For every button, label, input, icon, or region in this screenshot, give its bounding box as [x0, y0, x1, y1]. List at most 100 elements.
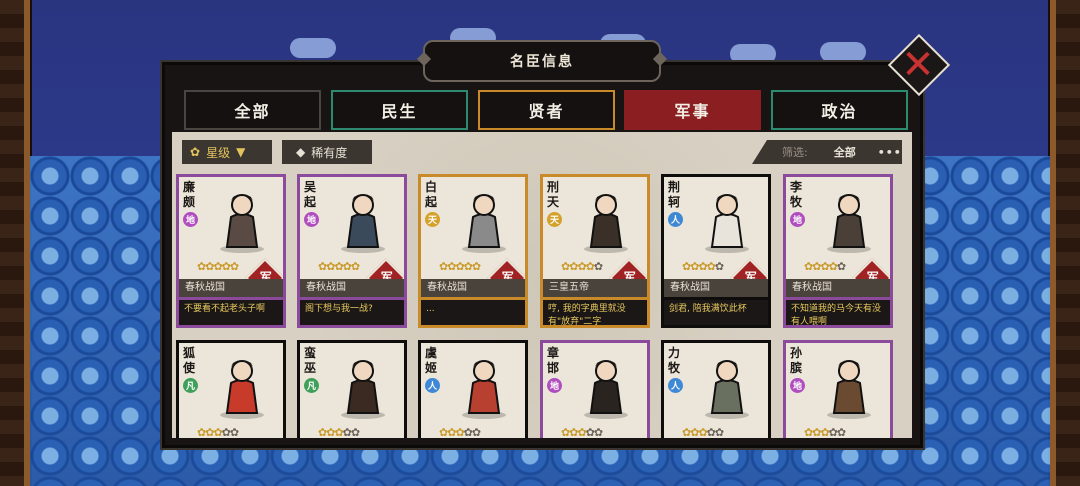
star-icon: ✿: [471, 426, 481, 438]
tab-2[interactable]: 贤者: [478, 90, 615, 130]
minister-card[interactable]: 力牧人 ✿✿✿✿✿: [661, 340, 771, 438]
star-icon: ✿: [593, 426, 603, 438]
minister-card[interactable]: 吴起地 ✿✿✿✿✿ 军春秋战国 阁下想与我一战?: [297, 174, 407, 328]
star-icon: ✿: [714, 260, 724, 273]
minister-card[interactable]: 李牧地 ✿✿✿✿✿ 军春秋战国 不知道我的马今天有没有人喂啊: [783, 174, 893, 328]
star-icon: ✿: [342, 260, 352, 273]
minister-name: 狐使: [183, 346, 196, 375]
rarity-filter-label: 稀有度: [311, 145, 348, 160]
minister-quote: 不知道我的马今天有没有人喂啊: [786, 297, 890, 325]
minister-portrait: [705, 360, 749, 419]
screen-filter-label: 筛选:: [782, 146, 808, 159]
minister-quote: ...: [421, 297, 525, 325]
star-level-filter[interactable]: ✿ 星级 ▼: [182, 140, 272, 164]
cloud-decoration: [290, 38, 336, 58]
tab-label: 政治: [821, 102, 858, 121]
minister-card[interactable]: 章邯地 ✿✿✿✿✿: [540, 340, 650, 438]
tab-label: 贤者: [528, 102, 565, 121]
star-icon: ✿: [706, 426, 716, 438]
star-icon: ✿: [682, 260, 691, 273]
star-icon: ✿: [213, 260, 222, 273]
star-icon: ✿: [828, 260, 838, 273]
star-icon: ✿: [682, 426, 691, 438]
rank-badge: 天: [425, 212, 440, 227]
minister-card[interactable]: 蛮巫凡 ✿✿✿✿✿: [297, 340, 407, 438]
era-label: 春秋战国: [664, 279, 768, 297]
rarity-filter[interactable]: ◆ 稀有度: [282, 140, 372, 164]
star-icon: ✿: [714, 426, 724, 438]
star-icon: ✿: [828, 426, 838, 438]
screen-filter[interactable]: 筛选: 全部 •••: [752, 140, 902, 164]
dropdown-arrow-icon: ▼: [236, 145, 246, 159]
star-icon: ✿: [455, 260, 464, 273]
tab-label: 民生: [381, 102, 418, 121]
star-icon: ✿: [820, 260, 829, 273]
minister-name: 白起: [425, 180, 438, 209]
era-label: 春秋战国: [421, 279, 525, 297]
minister-quote: 哼, 我的字典里就没有"放弃"二字: [543, 297, 647, 325]
star-icon: ✿: [585, 260, 595, 273]
star-icon: ✿: [455, 426, 464, 438]
star-icon: ✿: [561, 426, 570, 438]
rank-badge: 凡: [183, 378, 198, 393]
star-icon: ✿: [561, 260, 570, 273]
minister-name: 力牧: [668, 346, 681, 375]
star-icon: ✿: [577, 260, 586, 273]
minister-name: 吴起: [304, 180, 317, 209]
minister-name: 李牧: [790, 180, 803, 209]
minister-card[interactable]: 荆轲人 ✿✿✿✿✿ 军春秋战国 剑君, 陪我满饮此杯: [661, 174, 771, 328]
star-filter-label: 星级: [206, 145, 231, 160]
minister-card[interactable]: 刑天天 ✿✿✿✿✿ 军三皇五帝 哼, 我的字典里就没有"放弃"二字: [540, 174, 650, 328]
minister-name: 孙膑: [790, 346, 803, 375]
rank-badge: 地: [183, 212, 198, 227]
tab-4[interactable]: 政治: [771, 90, 908, 130]
minister-portrait: [827, 194, 871, 253]
star-rating: ✿✿✿✿✿: [682, 260, 724, 273]
star-rating: ✿✿✿✿✿: [561, 260, 603, 273]
minister-portrait: [584, 360, 628, 419]
minister-name: 廉颇: [183, 180, 196, 209]
rank-badge: 地: [790, 212, 805, 227]
minister-name: 荆轲: [668, 180, 681, 209]
panel-title-text: 名臣信息: [510, 54, 574, 70]
star-icon: ✿: [706, 260, 716, 273]
minister-card[interactable]: 白起天 ✿✿✿✿✿ 军春秋战国...: [418, 174, 528, 328]
diamond-icon: ◆: [296, 145, 306, 159]
more-options-icon[interactable]: •••: [878, 146, 902, 159]
era-label: 春秋战国: [786, 279, 890, 297]
tab-0[interactable]: 全部: [184, 90, 321, 130]
screen-filter-value: 全部: [833, 146, 856, 159]
era-label: 春秋战国: [179, 279, 283, 297]
tab-3[interactable]: 军事: [624, 90, 761, 130]
left-frame-border: [0, 0, 32, 486]
cloud-decoration: [820, 42, 866, 62]
star-rating: ✿✿✿✿✿: [561, 426, 603, 438]
star-rating: ✿✿✿✿✿: [439, 260, 481, 273]
rank-badge: 人: [668, 212, 683, 227]
star-rating: ✿✿✿✿✿: [197, 426, 239, 438]
star-icon: ✿: [585, 426, 595, 438]
star-icon: ✿: [439, 426, 448, 438]
era-label: 三皇五帝: [543, 279, 647, 297]
rank-badge: 天: [547, 212, 562, 227]
star-rating: ✿✿✿✿✿: [318, 426, 360, 438]
close-button[interactable]: ✕: [887, 33, 951, 97]
category-tabs: 全部 民生 贤者 军事 政治: [184, 90, 908, 130]
tab-label: 全部: [234, 102, 271, 121]
star-rating: ✿✿✿✿✿: [439, 426, 481, 438]
star-icon: ✿: [463, 260, 473, 273]
minister-card[interactable]: 廉颇地 ✿✿✿✿✿ 军春秋战国 不要看不起老头子啊: [176, 174, 286, 328]
star-icon: ✿: [593, 260, 603, 273]
star-icon: ✿: [334, 426, 343, 438]
minister-card[interactable]: 狐使凡 ✿✿✿✿✿: [176, 340, 286, 438]
tab-1[interactable]: 民生: [331, 90, 468, 130]
minister-card[interactable]: 孙膑地 ✿✿✿✿✿: [783, 340, 893, 438]
minister-card[interactable]: 虞姬人 ✿✿✿✿✿: [418, 340, 528, 438]
card-grid-area: ✿ 星级 ▼ ◆ 稀有度 筛选: 全部 ••• 廉颇地 ✿✿✿✿✿ 军春秋战国 不要看…: [172, 132, 912, 438]
rank-badge: 地: [790, 378, 805, 393]
star-icon: ✿: [698, 426, 707, 438]
star-rating: ✿✿✿✿✿: [804, 260, 846, 273]
star-icon: ✿: [471, 260, 481, 273]
minister-portrait: [220, 194, 264, 253]
flower-icon: ✿: [190, 145, 201, 159]
